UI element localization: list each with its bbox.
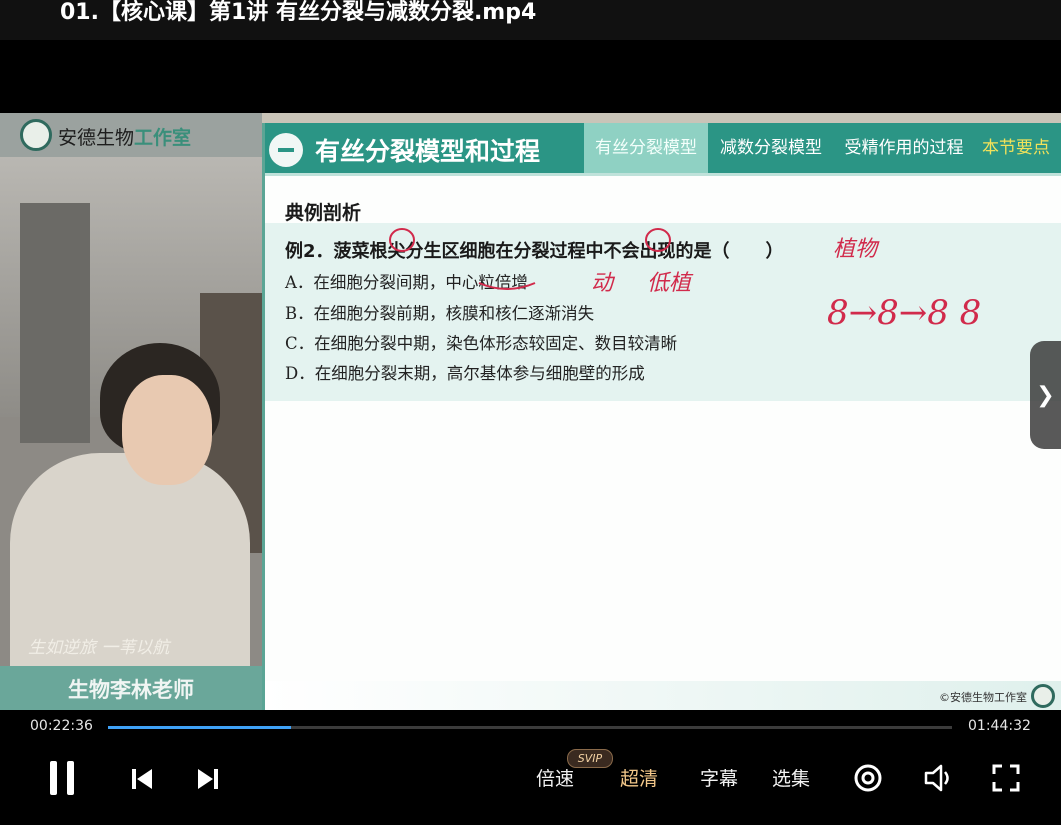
annotation-plant: 植物: [833, 237, 878, 262]
annotation-sequence: 8→8→8 8: [827, 293, 982, 333]
tab-mitosis-model[interactable]: 有丝分裂模型: [584, 123, 708, 173]
tab-meiosis-model[interactable]: 减数分裂模型: [713, 123, 829, 173]
total-time: 01:44:32: [968, 718, 1031, 734]
subtitle-button[interactable]: 字幕: [700, 764, 738, 791]
annotation-lower-plant: 低植: [647, 271, 692, 296]
studio-logo-accent: 工作室: [134, 127, 192, 149]
studio-logo-name: 安德生物: [58, 127, 135, 149]
footer-logo-icon: [1031, 684, 1055, 708]
pause-icon: [50, 761, 74, 795]
tab-key-points[interactable]: 本节要点: [977, 123, 1055, 173]
video-title: 01.【核心课】第1讲 有丝分裂与减数分裂.mp4: [60, 0, 537, 25]
section-minus-bar: [278, 148, 294, 152]
option-d: D．在细胞分裂末期，高尔基体参与细胞壁的形成: [285, 364, 645, 383]
pause-button[interactable]: [44, 760, 80, 796]
option-b: B．在细胞分裂前期，核膜和核仁逐渐消失: [285, 304, 595, 323]
current-time: 00:22:36: [30, 718, 93, 734]
slide-heading: 典例剖析: [285, 202, 362, 224]
teacher-face: [122, 375, 212, 485]
svip-badge: SVIP: [567, 749, 613, 768]
option-a: A．在细胞分裂间期，中心粒倍增: [285, 273, 528, 292]
camera-door: [20, 203, 90, 443]
player-controls: 00:22:36 01:44:32 倍速 SVIP 超清 字幕 选集: [0, 710, 1061, 825]
skip-previous-icon: [132, 769, 152, 789]
teacher-name-bar: 生物李林老师: [0, 666, 262, 710]
previous-button[interactable]: [128, 766, 156, 792]
danmaku-button[interactable]: [852, 762, 884, 794]
question-text: 例2．菠菜根尖分生区细胞在分裂过程中不会出现的是（ ）: [285, 241, 784, 262]
annotation-animal: 动: [591, 271, 614, 296]
window-title-bar: 01.【核心课】第1讲 有丝分裂与减数分裂.mp4: [0, 0, 1061, 40]
progress-fill: [108, 726, 292, 729]
next-page-button[interactable]: ❯: [1030, 341, 1061, 449]
episodes-button[interactable]: 选集: [772, 764, 810, 791]
speed-button[interactable]: 倍速: [536, 764, 574, 791]
chevron-right-icon: ❯: [1036, 382, 1055, 408]
lecture-slide: 有丝分裂模型和过程 有丝分裂模型 减数分裂模型 受精作用的过程 本节要点 典例剖…: [262, 123, 1061, 710]
quality-button[interactable]: 超清: [620, 764, 658, 791]
studio-logo-icon: [20, 119, 52, 151]
slide-header: 有丝分裂模型和过程 有丝分裂模型 减数分裂模型 受精作用的过程 本节要点: [265, 123, 1061, 173]
volume-icon: [924, 764, 949, 792]
copyright-text: ©安德生物工作室: [939, 691, 1027, 704]
studio-logo-bar: 安德生物工作室: [0, 113, 262, 157]
slide-divider: [265, 173, 1061, 176]
studio-logo-text: 安德生物工作室: [58, 123, 191, 150]
skip-next-icon: [198, 769, 218, 789]
video-frame[interactable]: 安德生物工作室 生如逆旅 一苇以航 生物李林老师 有丝分裂模型和过程 有丝分裂模…: [0, 113, 1061, 710]
next-button[interactable]: [194, 766, 222, 792]
danmaku-icon: [854, 764, 882, 792]
fullscreen-button[interactable]: [990, 762, 1022, 794]
tab-fertilization[interactable]: 受精作用的过程: [839, 123, 969, 173]
teacher-camera: 安德生物工作室 生如逆旅 一苇以航 生物李林老师: [0, 113, 262, 710]
progress-bar[interactable]: [108, 726, 952, 729]
option-c: C．在细胞分裂中期，染色体形态较固定、数目较清晰: [285, 334, 678, 353]
section-title: 有丝分裂模型和过程: [315, 137, 541, 166]
teacher-name: 生物李林老师: [68, 678, 194, 702]
fullscreen-icon: [992, 764, 1020, 792]
teacher-signature: 生如逆旅 一苇以航: [28, 638, 170, 658]
volume-button[interactable]: [922, 762, 956, 794]
